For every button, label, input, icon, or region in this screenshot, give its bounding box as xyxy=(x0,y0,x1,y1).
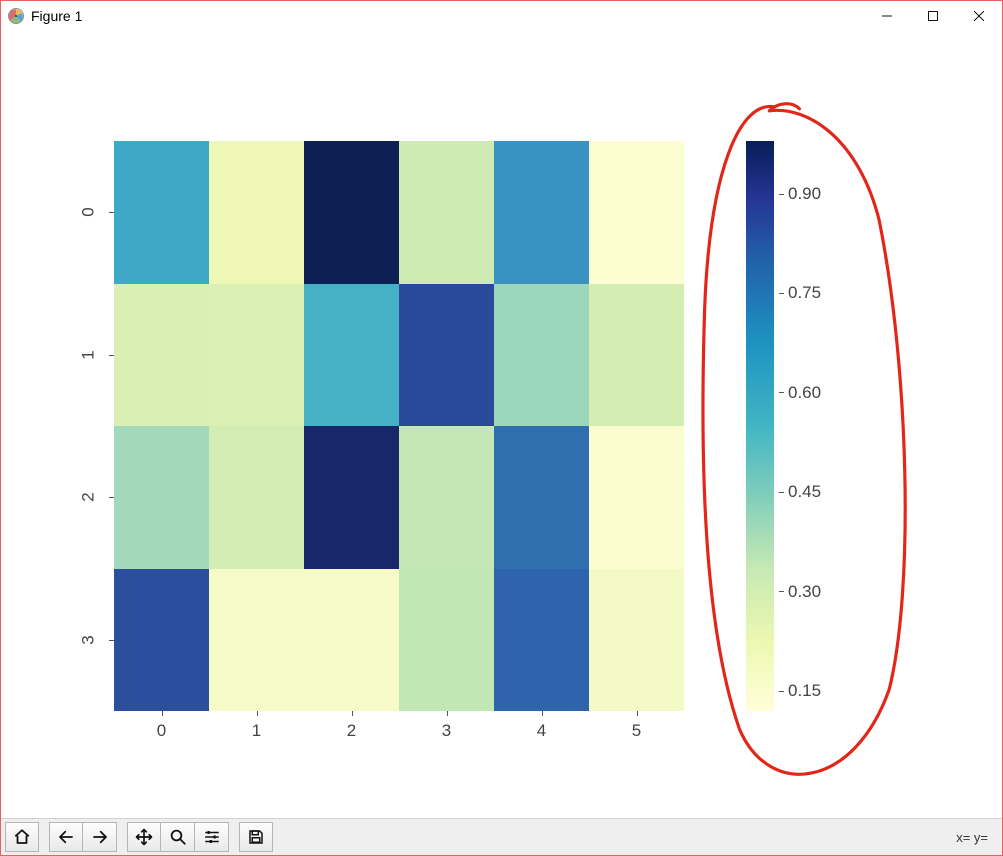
toolbar-group-nav xyxy=(49,822,117,852)
y-ticklabels: 0123 xyxy=(69,141,109,711)
figure-canvas[interactable]: 0123 012345 0.150.300.450.600.750.90 xyxy=(1,31,1002,819)
heatmap-cell xyxy=(304,284,399,427)
back-button[interactable] xyxy=(49,822,83,852)
heatmap-row xyxy=(114,141,684,284)
matplotlib-icon xyxy=(7,7,25,25)
heatmap-row xyxy=(114,426,684,569)
heatmap-cell xyxy=(589,569,684,712)
heatmap-cell xyxy=(494,569,589,712)
arrow-left-icon xyxy=(57,828,75,846)
heatmap-cell xyxy=(399,569,494,712)
y-tick-label: 2 xyxy=(69,426,109,569)
y-tick-label: 0 xyxy=(69,141,109,284)
save-button[interactable] xyxy=(239,822,273,852)
pan-button[interactable] xyxy=(127,822,161,852)
home-button[interactable] xyxy=(5,822,39,852)
colorbar-gradient xyxy=(746,141,774,711)
heatmap-cell xyxy=(494,141,589,284)
minimize-button[interactable] xyxy=(864,1,910,31)
heatmap-cell xyxy=(114,426,209,569)
heatmap-axes xyxy=(114,141,684,711)
matplotlib-toolbar: x= y= xyxy=(1,818,1002,855)
heatmap-cell xyxy=(589,284,684,427)
x-tick-label: 5 xyxy=(589,721,684,743)
toolbar-group-view xyxy=(127,822,229,852)
x-tickmarks xyxy=(114,711,684,716)
colorbar-ticks: 0.15 0.30 0.45 0.60 0.75 0.90 xyxy=(779,141,839,711)
heatmap-cell xyxy=(494,284,589,427)
maximize-icon xyxy=(928,11,938,21)
close-icon xyxy=(974,11,984,21)
heatmap-cell xyxy=(494,426,589,569)
heatmap-cell xyxy=(209,426,304,569)
x-tick-label: 1 xyxy=(209,721,304,743)
maximize-button[interactable] xyxy=(910,1,956,31)
move-icon xyxy=(135,828,153,846)
heatmap-cell xyxy=(399,141,494,284)
colorbar xyxy=(746,141,774,711)
colorbar-tick-label: 0.75 xyxy=(779,283,821,303)
heatmap-cell xyxy=(114,569,209,712)
window-title: Figure 1 xyxy=(31,8,82,24)
toolbar-group-save xyxy=(239,822,273,852)
titlebar: Figure 1 xyxy=(1,1,1002,31)
heatmap-cell xyxy=(209,569,304,712)
heatmap-cell xyxy=(114,284,209,427)
app-window: Figure 1 0123 012345 0.150.300.450.60 xyxy=(0,0,1003,856)
heatmap-cell xyxy=(114,141,209,284)
coordinate-readout: x= y= xyxy=(956,830,998,845)
colorbar-tick-label: 0.90 xyxy=(779,184,821,204)
close-button[interactable] xyxy=(956,1,1002,31)
heatmap-cell xyxy=(399,426,494,569)
colorbar-tick-label: 0.30 xyxy=(779,582,821,602)
heatmap-cell xyxy=(209,284,304,427)
y-tick-label: 3 xyxy=(69,569,109,712)
heatmap-row xyxy=(114,569,684,712)
x-tick-label: 4 xyxy=(494,721,589,743)
heatmap-cell xyxy=(304,426,399,569)
floppy-disk-icon xyxy=(247,828,265,846)
heatmap-cell xyxy=(209,141,304,284)
heatmap-cell xyxy=(589,426,684,569)
minimize-icon xyxy=(882,11,892,21)
magnifier-icon xyxy=(169,828,187,846)
colorbar-tick-label: 0.60 xyxy=(779,383,821,403)
heatmap-cell xyxy=(304,569,399,712)
zoom-button[interactable] xyxy=(161,822,195,852)
toolbar-group-home xyxy=(5,822,39,852)
heatmap-cell xyxy=(589,141,684,284)
forward-button[interactable] xyxy=(83,822,117,852)
colorbar-tick-label: 0.15 xyxy=(779,681,821,701)
home-icon xyxy=(13,828,31,846)
heatmap-cell xyxy=(304,141,399,284)
y-tick-label: 1 xyxy=(69,284,109,427)
colorbar-tick-label: 0.45 xyxy=(779,482,821,502)
x-ticklabels: 012345 xyxy=(114,721,684,743)
x-tick-label: 3 xyxy=(399,721,494,743)
y-tickmarks xyxy=(109,141,114,711)
configure-subplots-button[interactable] xyxy=(195,822,229,852)
sliders-icon xyxy=(203,828,221,846)
x-tick-label: 2 xyxy=(304,721,399,743)
heatmap-row xyxy=(114,284,684,427)
heatmap-cell xyxy=(399,284,494,427)
arrow-right-icon xyxy=(91,828,109,846)
x-tick-label: 0 xyxy=(114,721,209,743)
